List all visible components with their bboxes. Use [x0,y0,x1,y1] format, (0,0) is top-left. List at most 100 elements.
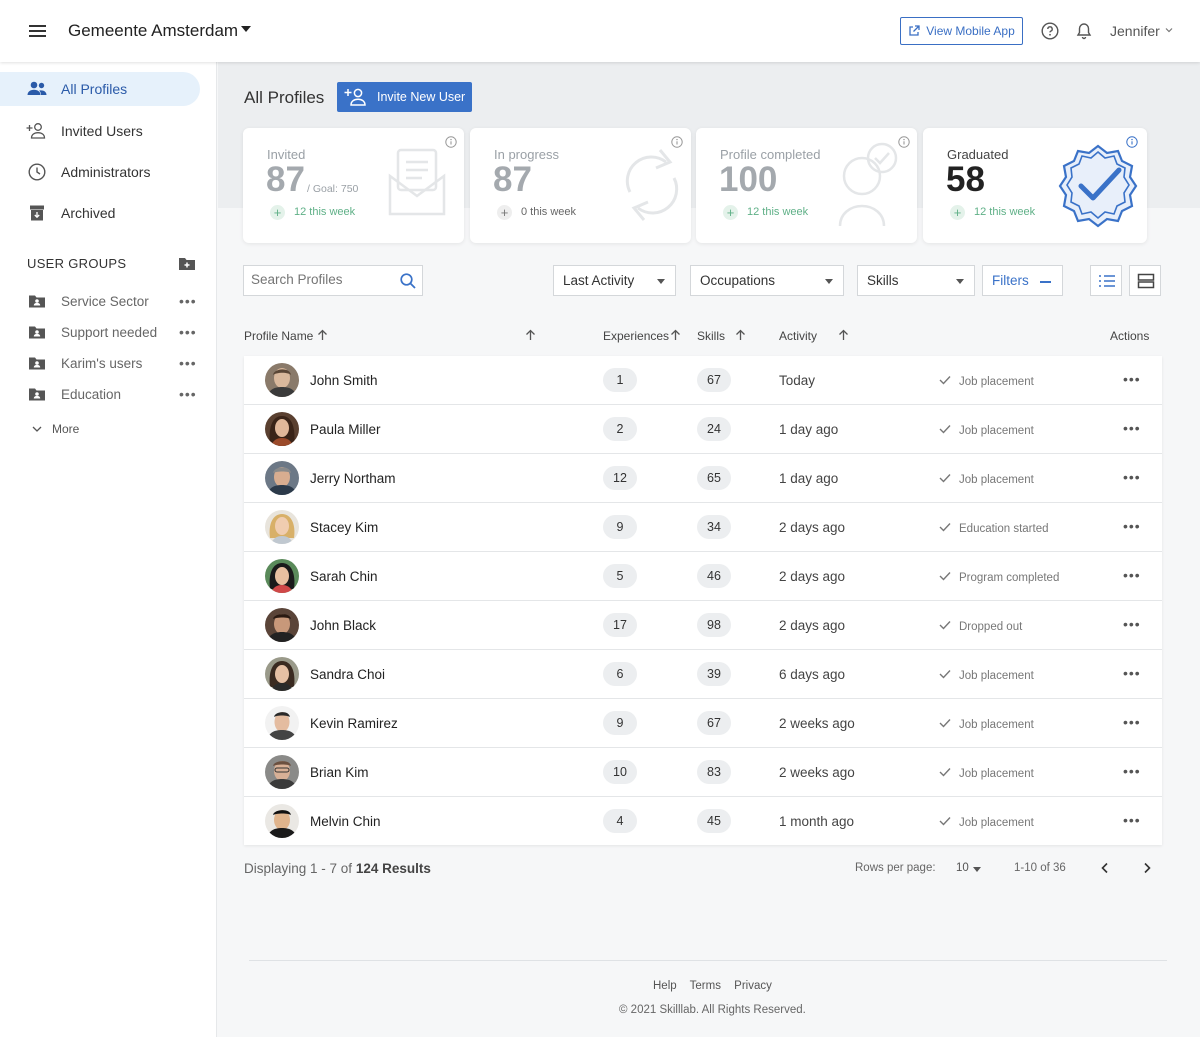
sort-arrow-up-icon[interactable] [317,329,328,341]
search-icon[interactable] [400,273,416,289]
menu-icon[interactable] [29,25,46,37]
footer-link-privacy[interactable]: Privacy [734,980,772,992]
occupations-select[interactable]: Occupations [690,265,844,296]
column-header-experiences[interactable]: Experiences [603,329,669,343]
profile-name: Paula Miller [310,422,381,437]
sort-arrow-up-icon[interactable] [735,329,746,341]
chevron-left-icon[interactable] [1100,862,1110,874]
help-icon[interactable] [1041,22,1059,40]
group-item-support-needed[interactable]: Support needed ••• [0,322,217,346]
notification-bell-icon[interactable] [1076,22,1092,40]
sidebar-item-label: Archived [61,205,116,221]
more-options-icon[interactable]: ••• [1123,665,1140,681]
filters-button[interactable]: Filters [982,265,1063,296]
group-item-service-sector[interactable]: Service Sector ••• [0,291,217,315]
profile-name: Jerry Northam [310,471,396,486]
caret-down-icon[interactable] [973,867,981,872]
column-header-activity[interactable]: Activity [779,329,817,343]
card-view-button[interactable] [1129,265,1161,296]
info-icon[interactable] [445,136,457,148]
chevron-right-icon[interactable] [1142,862,1152,874]
more-groups-toggle[interactable]: More [32,422,79,436]
group-label: Karim's users [61,356,143,371]
more-options-icon[interactable]: ••• [1123,371,1140,387]
more-options-icon[interactable]: ••• [179,293,196,309]
footer-links: Help Terms Privacy [653,980,782,992]
table-row[interactable]: Paula Miller 2 24 1 day ago Job placemen… [244,405,1162,454]
stat-card-in-progress[interactable]: In progress 87 + 0 this week [470,128,691,243]
skills-select[interactable]: Skills [857,265,975,296]
search-input[interactable] [251,272,391,287]
group-item-karims-users[interactable]: Karim's users ••• [0,353,217,377]
skills-count: 45 [697,809,731,833]
column-header-name[interactable]: Profile Name [244,329,313,343]
select-label: Occupations [700,273,776,288]
more-options-icon[interactable]: ••• [179,324,196,340]
table-row[interactable]: Brian Kim 10 83 2 weeks ago Job placemen… [244,748,1162,797]
chevron-down-icon[interactable] [1165,26,1173,34]
group-item-education[interactable]: Education ••• [0,384,217,408]
activity-text: 2 days ago [779,520,846,535]
view-mobile-app-button[interactable]: View Mobile App [900,17,1023,45]
envelope-icon [388,148,446,216]
more-options-icon[interactable]: ••• [179,386,196,402]
status-text: Job placement [959,670,1034,682]
table-row[interactable]: Jerry Northam 12 65 1 day ago Job placem… [244,454,1162,503]
stat-card-graduated[interactable]: Graduated 58 + 12 this week [923,128,1147,243]
status-text: Dropped out [959,621,1023,633]
table-row[interactable]: Kevin Ramirez 9 67 2 weeks ago Job place… [244,699,1162,748]
experiences-count: 9 [603,515,637,539]
avatar [265,412,299,446]
more-options-icon[interactable]: ••• [1123,469,1140,485]
sidebar-item-invited-users[interactable]: Invited Users [0,114,200,148]
more-options-icon[interactable]: ••• [1123,714,1140,730]
profile-check-icon [838,142,898,227]
sidebar-item-archived[interactable]: Archived [0,196,200,230]
last-activity-select[interactable]: Last Activity [553,265,676,296]
table-row[interactable]: Sarah Chin 5 46 2 days ago Program compl… [244,552,1162,601]
profile-name: Brian Kim [310,765,369,780]
stat-value: 58 [946,160,985,199]
avatar [265,706,299,740]
check-icon [939,474,951,483]
stat-card-invited[interactable]: Invited 87 / Goal: 750 + 12 this week [243,128,464,243]
more-options-icon[interactable]: ••• [1123,420,1140,436]
sort-arrow-up-icon[interactable] [670,329,681,341]
sidebar-item-all-profiles[interactable]: All Profiles [0,72,200,106]
footer-link-terms[interactable]: Terms [690,980,721,992]
experiences-count: 1 [603,368,637,392]
sidebar-item-label: Administrators [61,164,151,180]
more-options-icon[interactable]: ••• [1123,616,1140,632]
table-row[interactable]: Melvin Chin 4 45 1 month ago Job placeme… [244,797,1162,846]
more-options-icon[interactable]: ••• [179,355,196,371]
activity-text: 2 weeks ago [779,765,855,780]
organization-name[interactable]: Gemeente Amsterdam [68,21,238,41]
rows-per-page-select[interactable]: 10 [956,862,969,874]
stat-card-profile-completed[interactable]: Profile completed 100 + 12 this week [696,128,917,243]
group-folder-icon [29,326,45,339]
more-options-icon[interactable]: ••• [1123,567,1140,583]
table-row[interactable]: John Black 17 98 2 days ago Dropped out … [244,601,1162,650]
archive-icon [30,205,44,221]
column-header-skills[interactable]: Skills [697,329,725,343]
sort-arrow-up-icon[interactable] [525,329,536,341]
column-header-actions: Actions [1110,329,1150,343]
skills-count: 39 [697,662,731,686]
skills-count: 34 [697,515,731,539]
table-row[interactable]: Stacey Kim 9 34 2 days ago Education sta… [244,503,1162,552]
list-view-button[interactable] [1090,265,1122,296]
footer-link-help[interactable]: Help [653,980,677,992]
user-menu[interactable]: Jennifer [1110,23,1160,39]
card-view-icon [1137,273,1155,289]
more-options-icon[interactable]: ••• [1123,812,1140,828]
more-options-icon[interactable]: ••• [1123,518,1140,534]
table-row[interactable]: Sandra Choi 6 39 6 days ago Job placemen… [244,650,1162,699]
more-options-icon[interactable]: ••• [1123,763,1140,779]
add-folder-icon[interactable] [178,256,196,271]
table-row[interactable]: John Smith 1 67 Today Job placement ••• [244,356,1162,405]
caret-down-icon[interactable] [241,26,251,32]
profile-name: Melvin Chin [310,814,381,829]
invite-new-user-button[interactable]: Invite New User [337,82,472,112]
sidebar-item-administrators[interactable]: Administrators [0,155,200,189]
sort-arrow-up-icon[interactable] [838,329,849,341]
